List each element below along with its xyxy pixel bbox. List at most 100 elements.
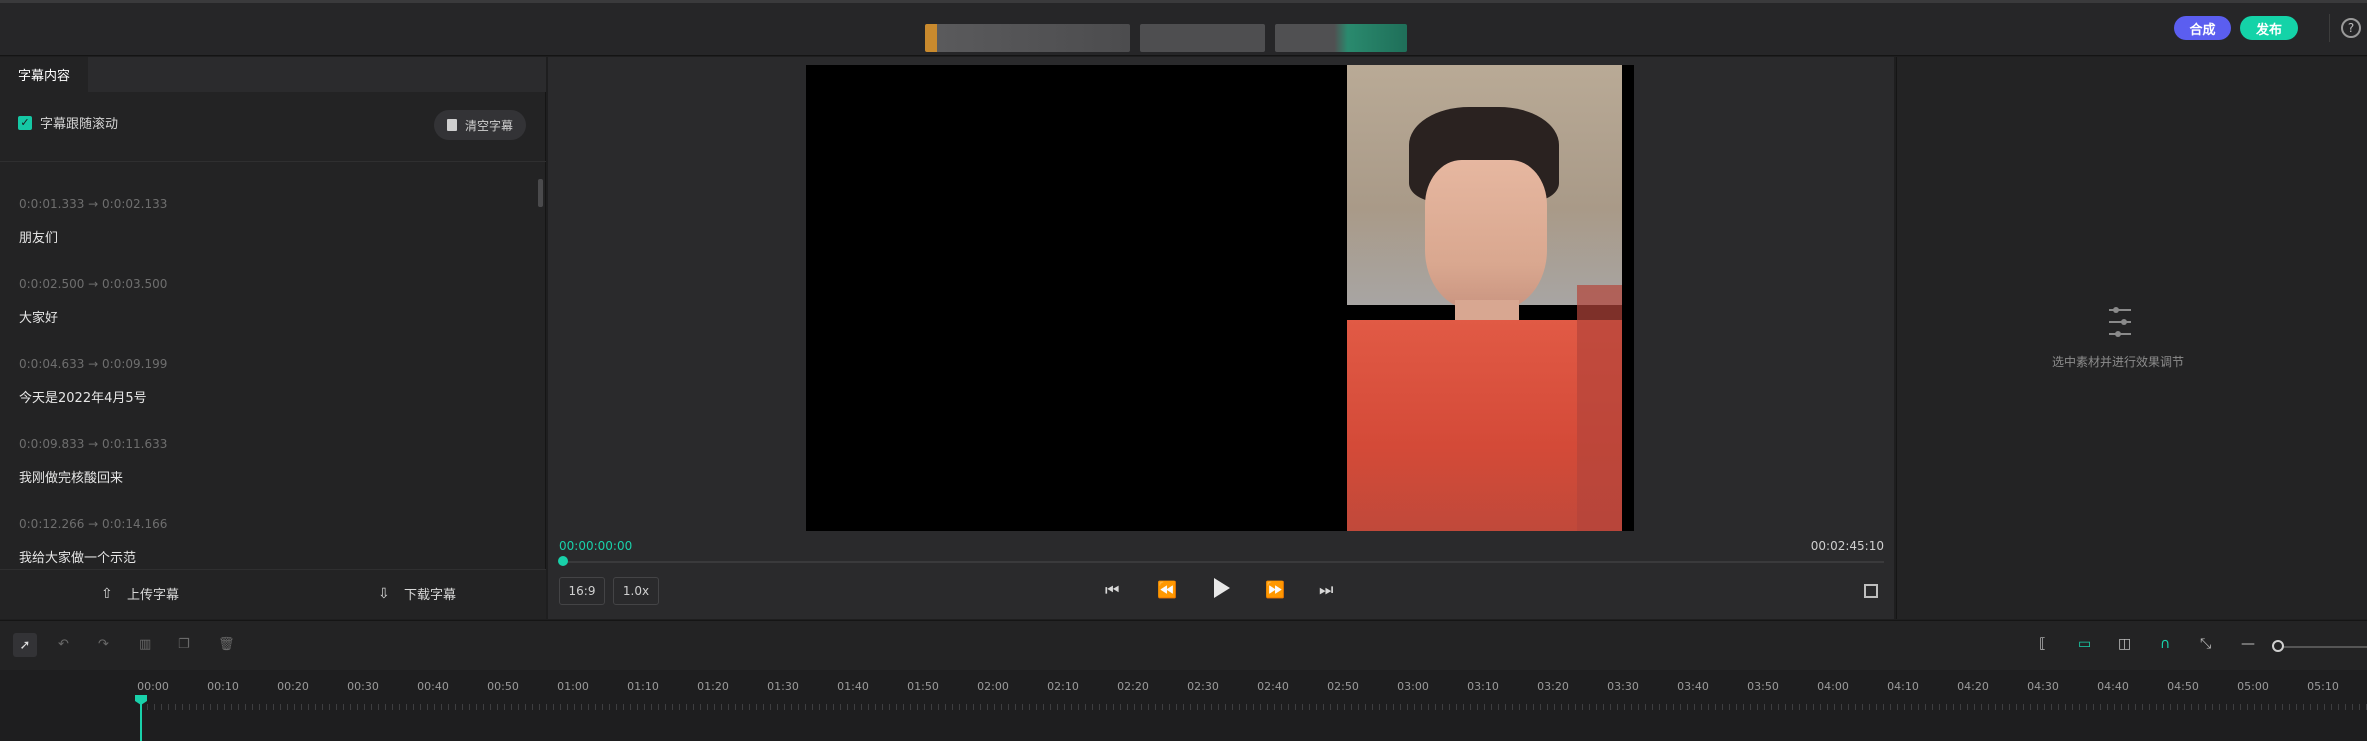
download-icon: ⇩ xyxy=(378,585,390,602)
redo-icon[interactable]: ↷ xyxy=(98,637,109,652)
video-preview[interactable] xyxy=(806,65,1634,531)
subtitle-item[interactable]: 0:0:12.266 → 0:0:14.166 我给大家做一个示范 xyxy=(0,505,536,565)
fullscreen-icon[interactable] xyxy=(1864,584,1878,598)
speed-button[interactable]: 1.0x xyxy=(613,577,659,605)
compose-button[interactable]: 合成 xyxy=(2174,16,2231,40)
fit-timeline-icon[interactable]: ⤡ xyxy=(2200,636,2211,652)
ruler-tick-label: 02:40 xyxy=(1257,680,1289,693)
header-divider xyxy=(2329,14,2330,42)
ruler-tick-label: 00:40 xyxy=(417,680,449,693)
timeline-toolbar: ➚ ↶ ↷ ▥ ❐ 🗑 ⟦ ▭ ◫ ∩ ⤡ — xyxy=(0,620,2367,670)
subtitle-item[interactable]: 0:0:02.500 → 0:0:03.500 大家好 xyxy=(0,265,536,345)
clear-subtitles-label: 清空字幕 xyxy=(464,118,513,133)
ruler-tick-label: 04:40 xyxy=(2097,680,2129,693)
subtitle-tabbar: 字幕内容 xyxy=(0,57,546,92)
ruler-tick-label: 05:10 xyxy=(2307,680,2339,693)
effects-panel: 选中素材并进行效果调节 xyxy=(1896,57,2367,619)
ruler-tick-label: 03:00 xyxy=(1397,680,1429,693)
effects-hint: 选中素材并进行效果调节 xyxy=(2051,355,2184,369)
ruler-tick-label: 03:40 xyxy=(1677,680,1709,693)
mirror-icon[interactable]: ◫ xyxy=(2118,636,2131,652)
ruler-tick-label: 00:50 xyxy=(487,680,519,693)
project-title-redacted xyxy=(925,24,1130,52)
upload-subtitles-label: 上传字幕 xyxy=(127,588,180,603)
split-icon[interactable]: ▥ xyxy=(139,637,151,652)
play-icon[interactable] xyxy=(1214,578,1230,598)
ruler-tick-label: 04:00 xyxy=(1817,680,1849,693)
subtitle-panel: 字幕内容 ✓ 字幕跟随滚动 清空字幕 0:0:01.333 → 0:0:02.1… xyxy=(0,57,546,619)
subtitle-item[interactable]: 0:0:04.633 → 0:0:09.199 今天是2022年4月5号 xyxy=(0,345,536,425)
download-subtitles-label: 下载字幕 xyxy=(404,588,457,603)
scroll-follow-toggle[interactable]: ✓ 字幕跟随滚动 xyxy=(18,113,118,132)
face xyxy=(1425,160,1547,310)
ruler-tick-label: 03:10 xyxy=(1467,680,1499,693)
publish-button[interactable]: 发布 xyxy=(2240,16,2298,40)
ruler-tick-label: 01:10 xyxy=(627,680,659,693)
select-tool-icon[interactable]: ➚ xyxy=(13,633,37,657)
ruler-tick-label: 03:30 xyxy=(1607,680,1639,693)
rewind-icon[interactable]: ⏪ xyxy=(1157,580,1177,599)
aspect-ratio-button[interactable]: 16:9 xyxy=(559,577,605,605)
divider xyxy=(0,161,546,162)
subtitle-time: 0:0:04.633 → 0:0:09.199 xyxy=(19,357,168,371)
top-bar: 合成 发布 ? xyxy=(0,0,2367,56)
undo-icon[interactable]: ↶ xyxy=(58,637,69,652)
subtitle-time: 0:0:09.833 → 0:0:11.633 xyxy=(19,437,168,451)
ruler-tick-label: 04:10 xyxy=(1887,680,1919,693)
skip-to-start-icon[interactable]: ⏮ xyxy=(1105,580,1119,600)
current-time: 00:00:00:00 xyxy=(559,539,633,553)
subtitle-text[interactable]: 朋友们 xyxy=(19,227,536,246)
ruler-tick-label: 01:50 xyxy=(907,680,939,693)
subtitle-item[interactable]: 0:0:09.833 → 0:0:11.633 我刚做完核酸回来 xyxy=(0,425,536,505)
clear-subtitles-button[interactable]: 清空字幕 xyxy=(434,110,526,140)
subtitle-time: 0:0:01.333 → 0:0:02.133 xyxy=(19,197,168,211)
subtitle-item[interactable]: 0:0:01.333 → 0:0:02.133 朋友们 xyxy=(0,185,536,265)
zoom-slider-handle[interactable] xyxy=(2272,640,2284,652)
ruler-tick-label: 04:20 xyxy=(1957,680,1989,693)
project-title-redacted-3 xyxy=(1275,24,1407,52)
ruler-tick-label: 02:50 xyxy=(1327,680,1359,693)
video-player: 00:00:00:00 00:02:45:10 16:9 1.0x ⏮ ⏪ ⏩ … xyxy=(548,57,1894,619)
tab-subtitle-content[interactable]: 字幕内容 xyxy=(0,57,88,92)
zoom-slider-track[interactable] xyxy=(2275,646,2367,648)
subtitle-scrollbar[interactable] xyxy=(538,179,543,207)
timeline-playhead[interactable] xyxy=(140,697,142,741)
checkbox-checked-icon[interactable]: ✓ xyxy=(18,115,32,130)
ruler-tick-label: 03:50 xyxy=(1747,680,1779,693)
ruler-tick-label: 02:10 xyxy=(1047,680,1079,693)
subtitle-text[interactable]: 我给大家做一个示范 xyxy=(19,547,536,565)
trash-icon xyxy=(446,119,457,131)
ruler-tick-label: 00:20 xyxy=(277,680,309,693)
download-subtitles-button[interactable]: ⇩ 下载字幕 xyxy=(378,584,457,604)
magnet-snap-icon[interactable]: ∩ xyxy=(2160,636,2170,652)
help-icon[interactable]: ? xyxy=(2341,18,2361,38)
ruler-tick-label: 01:40 xyxy=(837,680,869,693)
top-accent-line xyxy=(0,0,2367,3)
skip-to-end-icon[interactable]: ⏭ xyxy=(1319,580,1333,600)
progress-handle[interactable] xyxy=(558,556,568,566)
subtitle-actions: ⇧ 上传字幕 ⇩ 下载字幕 xyxy=(0,569,546,619)
subtitle-time: 0:0:12.266 → 0:0:14.166 xyxy=(19,517,168,531)
ruler-tick-label: 01:20 xyxy=(697,680,729,693)
trim-icon[interactable]: ⟦ xyxy=(2039,636,2046,652)
copy-icon[interactable]: ❐ xyxy=(178,637,190,652)
scroll-follow-label: 字幕跟随滚动 xyxy=(40,117,119,132)
upload-subtitles-button[interactable]: ⇧ 上传字幕 xyxy=(101,584,180,604)
project-title-redacted-2 xyxy=(1140,24,1265,52)
fast-forward-icon[interactable]: ⏩ xyxy=(1265,580,1285,599)
subtitle-text[interactable]: 今天是2022年4月5号 xyxy=(19,387,536,406)
progress-bar[interactable] xyxy=(559,561,1884,563)
subtitle-text[interactable]: 大家好 xyxy=(19,307,536,326)
ruler-tick-label: 01:00 xyxy=(557,680,589,693)
ruler-tick-label: 04:30 xyxy=(2027,680,2059,693)
ruler-tick-label: 04:50 xyxy=(2167,680,2199,693)
delete-icon[interactable]: 🗑 xyxy=(218,637,235,652)
subtitle-text[interactable]: 我刚做完核酸回来 xyxy=(19,467,536,486)
timeline[interactable]: 00:00 00:10 00:20 00:30 00:40 00:50 01:00 01:10… xyxy=(0,671,2367,741)
upload-icon: ⇧ xyxy=(101,585,113,602)
shirt-shadow xyxy=(1577,285,1622,531)
zoom-out-icon[interactable]: — xyxy=(2241,636,2255,652)
ruler-tick-label: 01:30 xyxy=(767,680,799,693)
ruler-tick-label: 02:20 xyxy=(1117,680,1149,693)
caption-track-icon[interactable]: ▭ xyxy=(2078,636,2091,652)
